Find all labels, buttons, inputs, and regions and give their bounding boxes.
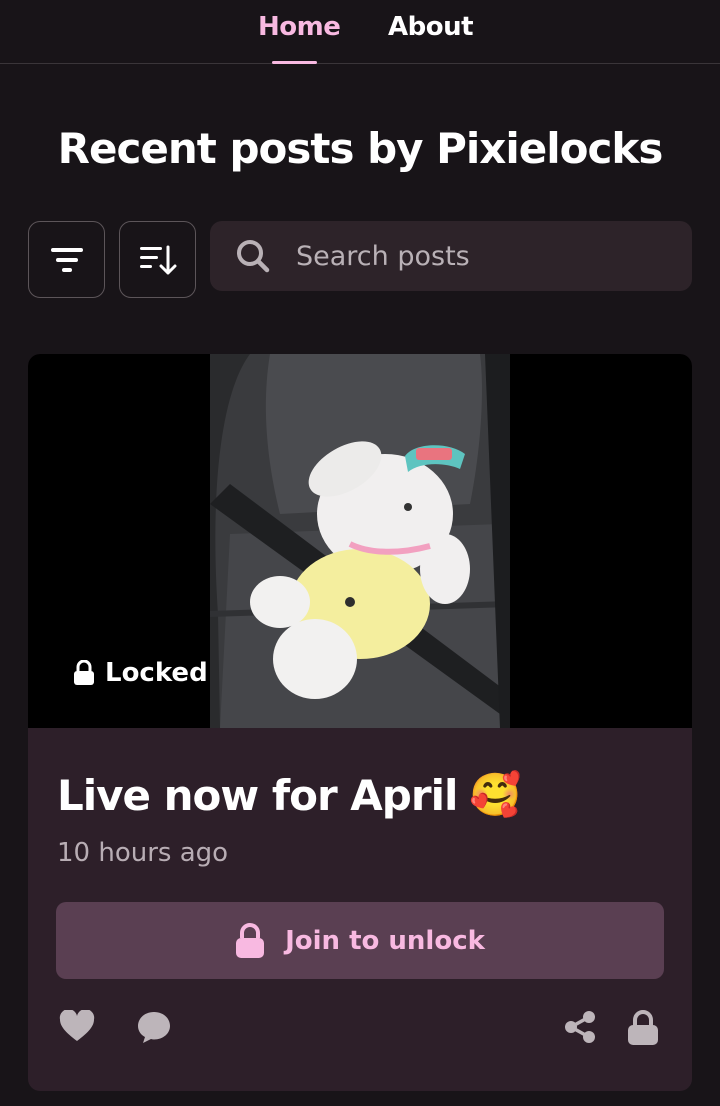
- sort-icon: [139, 245, 176, 274]
- search-input[interactable]: [296, 235, 676, 277]
- tab-home[interactable]: Home: [258, 12, 341, 42]
- post-card[interactable]: Locked Live now for April 🥰 10 hours ago…: [28, 354, 692, 1091]
- sort-button[interactable]: [119, 221, 196, 298]
- filter-icon: [50, 247, 83, 272]
- post-title-text: Live now for April: [57, 770, 458, 820]
- like-button[interactable]: [59, 1009, 95, 1046]
- post-image: [210, 354, 510, 728]
- lock-icon: [236, 922, 265, 958]
- active-tab-indicator: [272, 61, 317, 64]
- page-title: Recent posts by Pixielocks: [57, 124, 664, 173]
- locked-badge: Locked: [73, 658, 208, 688]
- heart-icon: [59, 1009, 95, 1041]
- lock-button[interactable]: [627, 1010, 659, 1050]
- search-box: [210, 221, 692, 291]
- comment-icon: [138, 1012, 170, 1043]
- lock-icon: [74, 660, 94, 685]
- post-title[interactable]: Live now for April 🥰: [57, 770, 522, 820]
- join-to-unlock-label: Join to unlock: [285, 925, 485, 956]
- search-icon: [237, 240, 270, 273]
- share-icon: [565, 1011, 595, 1043]
- tab-about[interactable]: About: [388, 12, 474, 42]
- share-button[interactable]: [564, 1010, 596, 1048]
- comment-button[interactable]: [137, 1010, 171, 1048]
- locked-label: Locked: [105, 658, 208, 688]
- post-timestamp: 10 hours ago: [57, 838, 229, 868]
- smiling-hearts-emoji: 🥰: [469, 770, 521, 819]
- lock-icon: [628, 1010, 658, 1045]
- top-navigation: Home About: [0, 0, 720, 64]
- filter-button[interactable]: [28, 221, 105, 298]
- join-to-unlock-button[interactable]: Join to unlock: [56, 902, 664, 979]
- post-media[interactable]: Locked: [28, 354, 692, 728]
